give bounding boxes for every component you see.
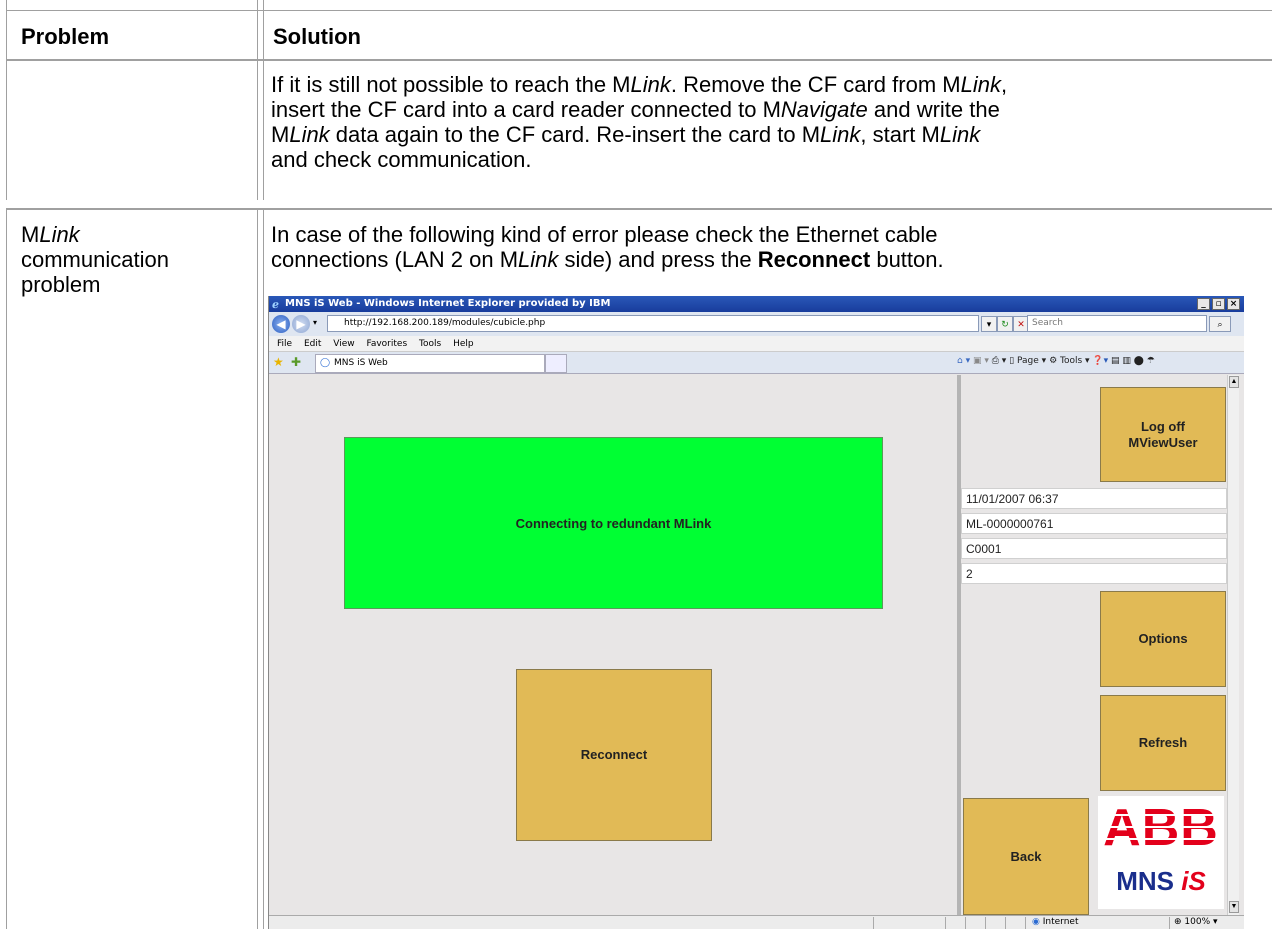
zoom-icon: ⊕ bbox=[1174, 917, 1182, 927]
menu-tools[interactable]: Tools bbox=[419, 339, 441, 349]
feeds-icon[interactable]: ▣ ▾ bbox=[973, 356, 989, 366]
row2-problem-line-1: MLink bbox=[21, 222, 80, 247]
menu-view[interactable]: View bbox=[333, 339, 354, 349]
row-separator-line bbox=[6, 208, 1272, 210]
maximize-icon[interactable]: ▫ bbox=[1212, 298, 1225, 310]
status-bar: ◉ Internet ⊕ 100% ▾ bbox=[269, 915, 1244, 929]
row2-problem-text: MLink communication problem bbox=[21, 222, 251, 297]
status-segment bbox=[1005, 917, 1023, 929]
row2-line-2: connections (LAN 2 on MLink side) and pr… bbox=[271, 247, 944, 272]
count-field: 2 bbox=[961, 563, 1227, 584]
globe-icon: ◉ bbox=[1032, 917, 1040, 927]
table-border-left-row2 bbox=[6, 210, 7, 929]
scroll-down-icon[interactable]: ▼ bbox=[1229, 901, 1239, 913]
menu-favorites[interactable]: Favorites bbox=[366, 339, 407, 349]
refresh-icon[interactable]: ↻ bbox=[997, 316, 1013, 332]
add-favorite-icon[interactable]: ✚ bbox=[291, 355, 301, 369]
zone-label: Internet bbox=[1042, 917, 1079, 927]
problem-column-header: Problem bbox=[21, 24, 110, 49]
header-top-line bbox=[6, 10, 1272, 11]
command-bar: ⌂ ▾ ▣ ▾ ⎙ ▾ ▯ Page ▾ ⚙ Tools ▾ ❓▾ ▤ ▥ ⬤ … bbox=[957, 356, 1155, 366]
abb-mns-is-logo: ABB MNS iS bbox=[1098, 796, 1224, 909]
minimize-icon[interactable]: _ bbox=[1197, 298, 1210, 310]
row1-line-1: If it is still not possible to reach the… bbox=[271, 72, 1008, 97]
address-bar: ◀ ▶ ▾ http://192.168.200.189/modules/cub… bbox=[269, 312, 1244, 336]
device-id-field: ML-0000000761 bbox=[961, 513, 1227, 534]
status-segment bbox=[945, 917, 963, 929]
table-column-divider-row2 bbox=[257, 210, 258, 929]
tab-mns-is-web[interactable]: ◯ MNS iS Web bbox=[315, 354, 545, 373]
connection-status-panel: Connecting to redundant MLink bbox=[344, 437, 883, 609]
browser-title-bar: ℯ MNS iS Web - Windows Internet Explorer… bbox=[269, 296, 1244, 312]
help-icon[interactable]: ❓▾ bbox=[1092, 356, 1108, 366]
print-icon[interactable]: ⎙ ▾ bbox=[992, 356, 1007, 366]
web-app-content: Connecting to redundant MLink Reconnect … bbox=[269, 375, 1244, 915]
search-icon[interactable]: ⌕ bbox=[1209, 316, 1231, 332]
zoom-level: 100% bbox=[1184, 917, 1211, 927]
menu-bar: File Edit View Favorites Tools Help bbox=[269, 336, 1244, 352]
research-icon[interactable]: ▤ ▥ ⬤ ☂ bbox=[1111, 356, 1155, 366]
logoff-button[interactable]: Log off MViewUser bbox=[1100, 387, 1226, 482]
table-border-left bbox=[6, 0, 7, 200]
row1-line-3: MLink data again to the CF card. Re-inse… bbox=[271, 122, 981, 147]
row2-solution-text: In case of the following kind of error p… bbox=[271, 222, 1261, 272]
forward-arrow-icon[interactable]: ▶ bbox=[292, 315, 310, 333]
favorites-star-icon[interactable]: ★ bbox=[273, 355, 284, 369]
search-input[interactable]: Search bbox=[1027, 315, 1207, 332]
abb-logo-text: ABB bbox=[1103, 799, 1219, 857]
ie-logo-icon: ℯ bbox=[272, 298, 279, 311]
back-arrow-icon[interactable]: ◀ bbox=[272, 315, 290, 333]
browser-screenshot: ℯ MNS iS Web - Windows Internet Explorer… bbox=[268, 296, 1244, 929]
page-icon: ◯ bbox=[320, 358, 331, 368]
reconnect-button[interactable]: Reconnect bbox=[516, 669, 712, 841]
table-column-divider bbox=[257, 0, 258, 200]
is-text: iS bbox=[1181, 866, 1206, 896]
close-icon[interactable]: × bbox=[1227, 298, 1240, 310]
mns-is-text: MNS iS bbox=[1102, 866, 1220, 897]
url-input[interactable]: http://192.168.200.189/modules/cubicle.p… bbox=[327, 315, 979, 332]
vertical-scrollbar[interactable]: ▲ ▼ bbox=[1227, 375, 1239, 915]
row2-line-1: In case of the following kind of error p… bbox=[271, 222, 938, 247]
table-column-divider-2-row2 bbox=[263, 210, 264, 929]
zoom-control[interactable]: ⊕ 100% ▾ bbox=[1169, 917, 1239, 929]
tab-label: MNS iS Web bbox=[334, 358, 388, 368]
url-dropdown-icon[interactable]: ▾ bbox=[981, 316, 997, 332]
row2-problem-line-3: problem bbox=[21, 272, 101, 297]
row1-solution-text: If it is still not possible to reach the… bbox=[271, 72, 1261, 172]
status-segment bbox=[985, 917, 1003, 929]
tab-bar: ★ ✚ ◯ MNS iS Web ⌂ ▾ ▣ ▾ ⎙ ▾ ▯ Page ▾ ⚙ … bbox=[269, 352, 1244, 374]
solution-column-header: Solution bbox=[273, 24, 361, 49]
menu-edit[interactable]: Edit bbox=[304, 339, 321, 349]
tools-menu[interactable]: ⚙ Tools ▾ bbox=[1049, 356, 1089, 366]
new-tab-button[interactable] bbox=[545, 354, 567, 373]
logo-stripe bbox=[1102, 826, 1220, 828]
back-button[interactable]: Back bbox=[963, 798, 1089, 915]
panel-divider bbox=[957, 375, 961, 915]
status-segment: ◉ Internet bbox=[1025, 917, 1145, 929]
page-menu[interactable]: ▯ Page ▾ bbox=[1009, 356, 1046, 366]
table-column-divider-2 bbox=[263, 0, 264, 200]
menu-file[interactable]: File bbox=[277, 339, 292, 349]
mns-text: MNS bbox=[1116, 866, 1182, 896]
row2-problem-line-2: communication bbox=[21, 247, 169, 272]
datetime-field: 11/01/2007 06:37 bbox=[961, 488, 1227, 509]
zoom-dropdown-icon: ▾ bbox=[1213, 917, 1218, 927]
home-icon[interactable]: ⌂ ▾ bbox=[957, 356, 970, 366]
history-dropdown-icon[interactable]: ▾ bbox=[313, 318, 317, 327]
status-segment bbox=[965, 917, 983, 929]
logo-stripe bbox=[1102, 814, 1220, 816]
refresh-button[interactable]: Refresh bbox=[1100, 695, 1226, 791]
options-button[interactable]: Options bbox=[1100, 591, 1226, 687]
status-segment bbox=[873, 917, 943, 929]
header-bottom-line bbox=[6, 59, 1272, 61]
menu-help[interactable]: Help bbox=[453, 339, 474, 349]
browser-title: MNS iS Web - Windows Internet Explorer p… bbox=[285, 298, 611, 309]
cubicle-field: C0001 bbox=[961, 538, 1227, 559]
logo-stripe bbox=[1102, 838, 1220, 840]
row1-line-4: and check communication. bbox=[271, 147, 532, 172]
row1-line-2: insert the CF card into a card reader co… bbox=[271, 97, 1000, 122]
scroll-up-icon[interactable]: ▲ bbox=[1229, 376, 1239, 388]
